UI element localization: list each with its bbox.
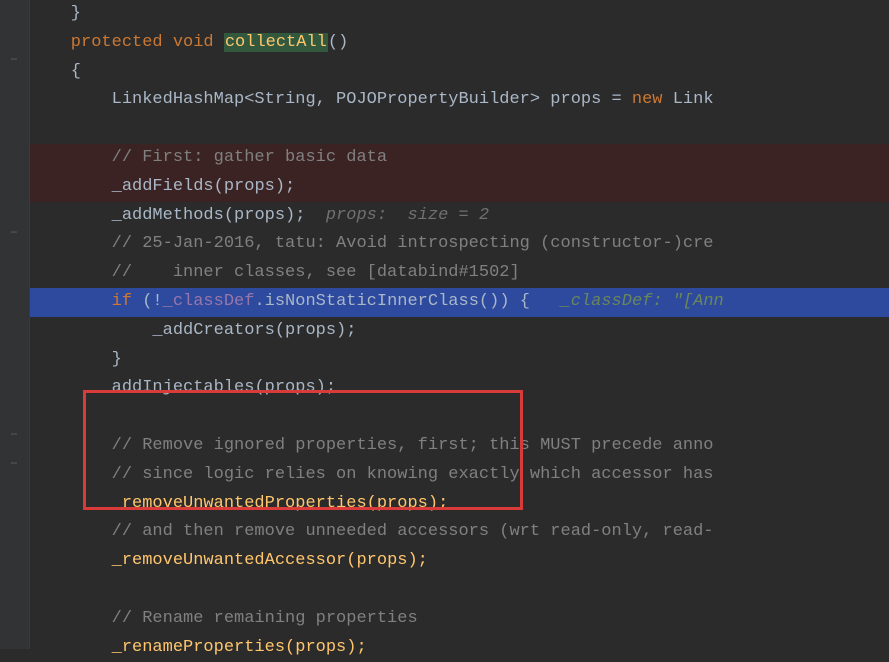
comment-text: // First: gather basic data <box>30 148 387 167</box>
paren: () <box>479 292 499 311</box>
keyword-new: new <box>632 90 663 109</box>
code-line[interactable]: _removeUnwantedAccessor(props); <box>30 547 889 576</box>
comment-text: // inner classes, see [databind#1502] <box>30 263 520 282</box>
code-line[interactable]: // inner classes, see [databind#1502] <box>30 259 889 288</box>
code-line[interactable]: _removeUnwantedProperties(props); <box>30 490 889 519</box>
method-call: addInjectables <box>30 378 254 397</box>
code-line[interactable]: _addMethods(props); props: size = 2 <box>30 202 889 231</box>
fold-toggle-icon[interactable]: − <box>6 456 22 472</box>
comment-text: // Rename remaining properties <box>30 609 418 628</box>
code-line[interactable]: // Rename remaining properties <box>30 605 889 634</box>
code-line[interactable]: protected void collectAll() <box>30 29 889 58</box>
editor-gutter: − − − − <box>0 0 30 649</box>
dot: . <box>254 292 264 311</box>
code-line-blank[interactable] <box>30 576 889 605</box>
args: (props); <box>285 638 367 657</box>
args: (props); <box>214 177 296 196</box>
code-line[interactable]: // since logic relies on knowing exactly… <box>30 461 889 490</box>
comment-text: // and then remove unneeded accessors (w… <box>30 522 714 541</box>
code-line[interactable]: } <box>30 0 889 29</box>
code-line[interactable]: // First: gather basic data <box>30 144 889 173</box>
fold-toggle-icon[interactable]: − <box>6 52 22 68</box>
method-call: isNonStaticInnerClass <box>265 292 479 311</box>
method-call: _removeUnwantedProperties <box>30 494 367 513</box>
operator-not: ! <box>152 292 162 311</box>
code-text: Link <box>663 90 714 109</box>
method-call: _renameProperties <box>30 638 285 657</box>
code-line-execution[interactable]: if (!_classDef.isNonStaticInnerClass()) … <box>30 288 889 317</box>
keyword-void: void <box>163 33 224 52</box>
args: (props); <box>224 206 306 225</box>
paren: ( <box>142 292 152 311</box>
fold-toggle-icon[interactable]: − <box>6 427 22 443</box>
code-line[interactable]: // and then remove unneeded accessors (w… <box>30 518 889 547</box>
brace-close: } <box>30 4 81 23</box>
debug-hint-label: props: <box>305 206 407 225</box>
code-line[interactable]: _renameProperties(props); <box>30 634 889 662</box>
code-line[interactable]: { <box>30 58 889 87</box>
code-line[interactable]: addInjectables(props); <box>30 374 889 403</box>
paren: ) <box>499 292 509 311</box>
args: (props); <box>254 378 336 397</box>
code-line[interactable]: } <box>30 346 889 375</box>
field-ref: _classDef <box>163 292 255 311</box>
keyword-if: if <box>30 292 142 311</box>
brace-open: { <box>30 62 81 81</box>
debug-hint-value: "[Ann <box>673 292 724 311</box>
code-line[interactable]: // 25-Jan-2016, tatu: Avoid introspectin… <box>30 230 889 259</box>
brace-close: } <box>30 350 122 369</box>
method-name-highlight: collectAll <box>224 33 328 52</box>
code-line-blank[interactable] <box>30 115 889 144</box>
keyword-protected: protected <box>30 33 163 52</box>
fold-toggle-icon[interactable]: − <box>6 225 22 241</box>
code-line[interactable]: // Remove ignored properties, first; thi… <box>30 432 889 461</box>
code-line[interactable]: LinkedHashMap<String, POJOPropertyBuilde… <box>30 86 889 115</box>
paren: () <box>328 33 348 52</box>
debug-hint-label: _classDef: <box>561 292 673 311</box>
code-editor[interactable]: } protected void collectAll() { LinkedHa… <box>30 0 889 649</box>
brace-open: { <box>510 292 561 311</box>
args: (props); <box>346 551 428 570</box>
method-call: _addCreators <box>30 321 275 340</box>
args: (props); <box>275 321 357 340</box>
code-line-blank[interactable] <box>30 403 889 432</box>
method-call: _addFields <box>30 177 214 196</box>
comment-text: // since logic relies on knowing exactly… <box>30 465 714 484</box>
comment-text: // 25-Jan-2016, tatu: Avoid introspectin… <box>30 234 714 253</box>
args: (props); <box>367 494 449 513</box>
code-line[interactable]: _addFields(props); <box>30 173 889 202</box>
method-call: _addMethods <box>30 206 224 225</box>
comment-text: // Remove ignored properties, first; thi… <box>30 436 714 455</box>
method-call: _removeUnwantedAccessor <box>30 551 346 570</box>
code-line[interactable]: _addCreators(props); <box>30 317 889 346</box>
code-text: LinkedHashMap<String, POJOPropertyBuilde… <box>30 90 632 109</box>
debug-hint-value: size = 2 <box>408 206 490 225</box>
